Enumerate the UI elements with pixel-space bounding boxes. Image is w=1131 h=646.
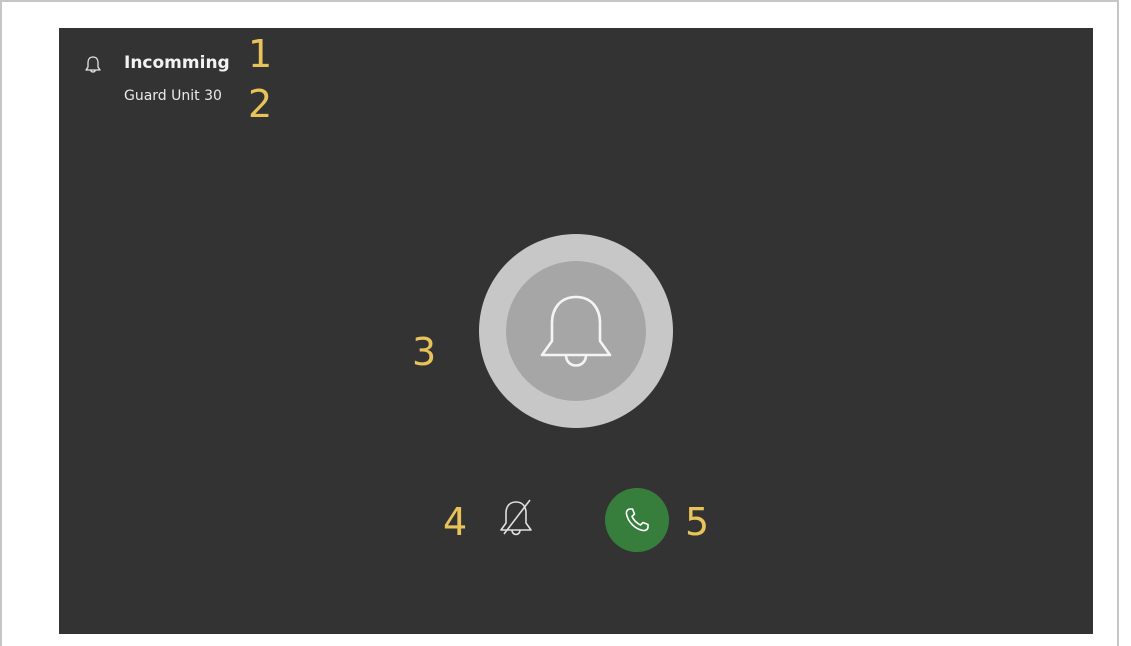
bell-icon [540,295,612,367]
phone-icon [625,508,649,532]
bell-off-icon[interactable] [494,496,538,540]
incoming-call-indicator-inner [506,261,646,401]
callout-1: 1 [248,32,273,76]
call-status-title: Incomming [124,53,230,73]
answer-call-button[interactable] [605,488,669,552]
callout-4: 4 [443,500,468,544]
bell-icon [85,56,101,73]
callout-3: 3 [412,330,437,374]
incoming-call-indicator [479,234,673,428]
callout-5: 5 [685,500,710,544]
caller-name: Guard Unit 30 [124,88,222,104]
callout-2: 2 [248,82,273,126]
